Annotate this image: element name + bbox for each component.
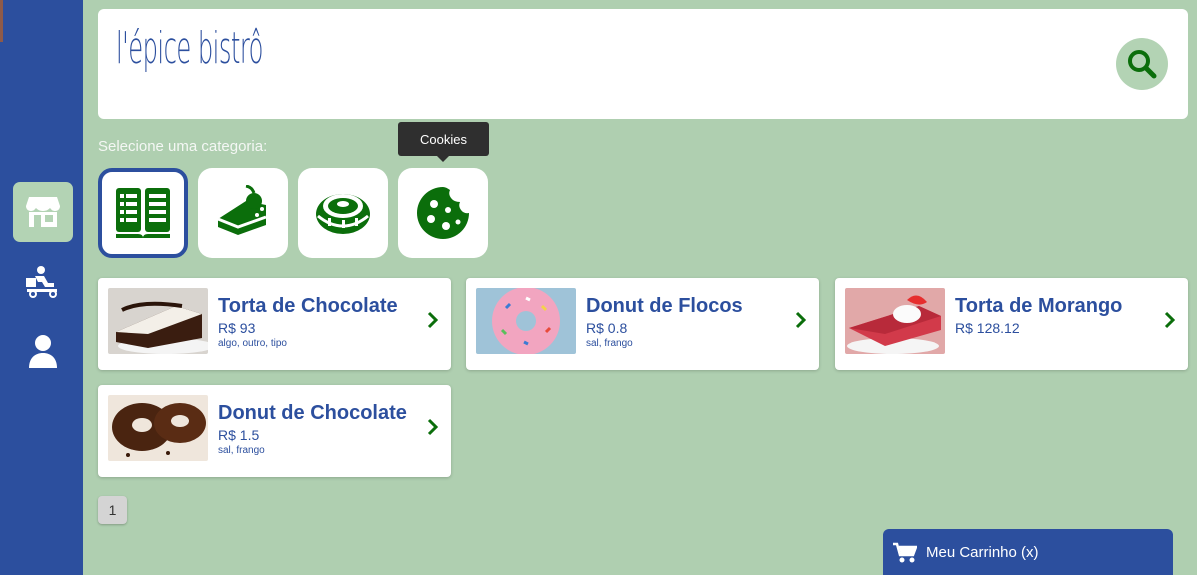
product-image — [845, 288, 945, 354]
product-price: R$ 1.5 — [218, 427, 260, 443]
product-tags: sal, frango — [586, 338, 633, 349]
category-donuts[interactable] — [298, 168, 388, 258]
header: l'épice bistrô — [98, 9, 1188, 119]
category-menu[interactable] — [98, 168, 188, 258]
store-icon — [26, 197, 60, 227]
sidebar — [0, 0, 83, 575]
product-card[interactable]: Torta de Morango R$ 128.12 — [835, 278, 1188, 370]
product-name: Torta de Chocolate — [218, 295, 398, 317]
product-name: Torta de Morango — [955, 295, 1123, 317]
delivery-icon — [26, 266, 57, 298]
category-cakes[interactable] — [198, 168, 288, 258]
user-icon — [29, 335, 57, 368]
pagination-page-button[interactable]: 1 — [98, 496, 127, 524]
cake-icon — [217, 185, 267, 235]
product-price: R$ 128.12 — [955, 320, 1020, 336]
cookie-icon — [417, 187, 469, 239]
search-button[interactable] — [1116, 38, 1168, 90]
donut-icon — [316, 194, 370, 234]
cart-label: Meu Carrinho (x) — [926, 544, 1039, 561]
sidebar-edge — [0, 0, 3, 42]
cart-icon — [893, 542, 917, 563]
product-name: Donut de Flocos — [586, 295, 743, 317]
sidebar-item-delivery[interactable] — [13, 252, 73, 312]
category-label: Selecione uma categoria: — [98, 138, 268, 155]
product-price: R$ 0.8 — [586, 320, 628, 336]
category-tooltip: Cookies — [398, 122, 489, 162]
product-card[interactable]: Donut de Chocolate R$ 1.5 sal, frango — [98, 385, 451, 477]
sidebar-item-store[interactable] — [13, 182, 73, 242]
search-icon — [1128, 50, 1157, 79]
sidebar-item-profile[interactable] — [13, 322, 73, 382]
product-image — [108, 288, 208, 354]
brand-logo[interactable]: l'épice bistrô — [116, 27, 263, 71]
product-image — [476, 288, 576, 354]
chevron-right-icon — [427, 311, 439, 329]
product-price: R$ 93 — [218, 320, 256, 336]
product-tags: sal, frango — [218, 445, 265, 456]
cart-button[interactable]: Meu Carrinho (x) — [883, 529, 1173, 575]
product-tags: algo, outro, tipo — [218, 338, 287, 349]
menu-book-icon — [116, 188, 170, 238]
chevron-right-icon — [795, 311, 807, 329]
category-cookies[interactable] — [398, 168, 488, 258]
product-image — [108, 395, 208, 461]
product-name: Donut de Chocolate — [218, 402, 407, 424]
chevron-right-icon — [427, 418, 439, 436]
product-card[interactable]: Donut de Flocos R$ 0.8 sal, frango — [466, 278, 819, 370]
chevron-right-icon — [1164, 311, 1176, 329]
product-card[interactable]: Torta de Chocolate R$ 93 algo, outro, ti… — [98, 278, 451, 370]
